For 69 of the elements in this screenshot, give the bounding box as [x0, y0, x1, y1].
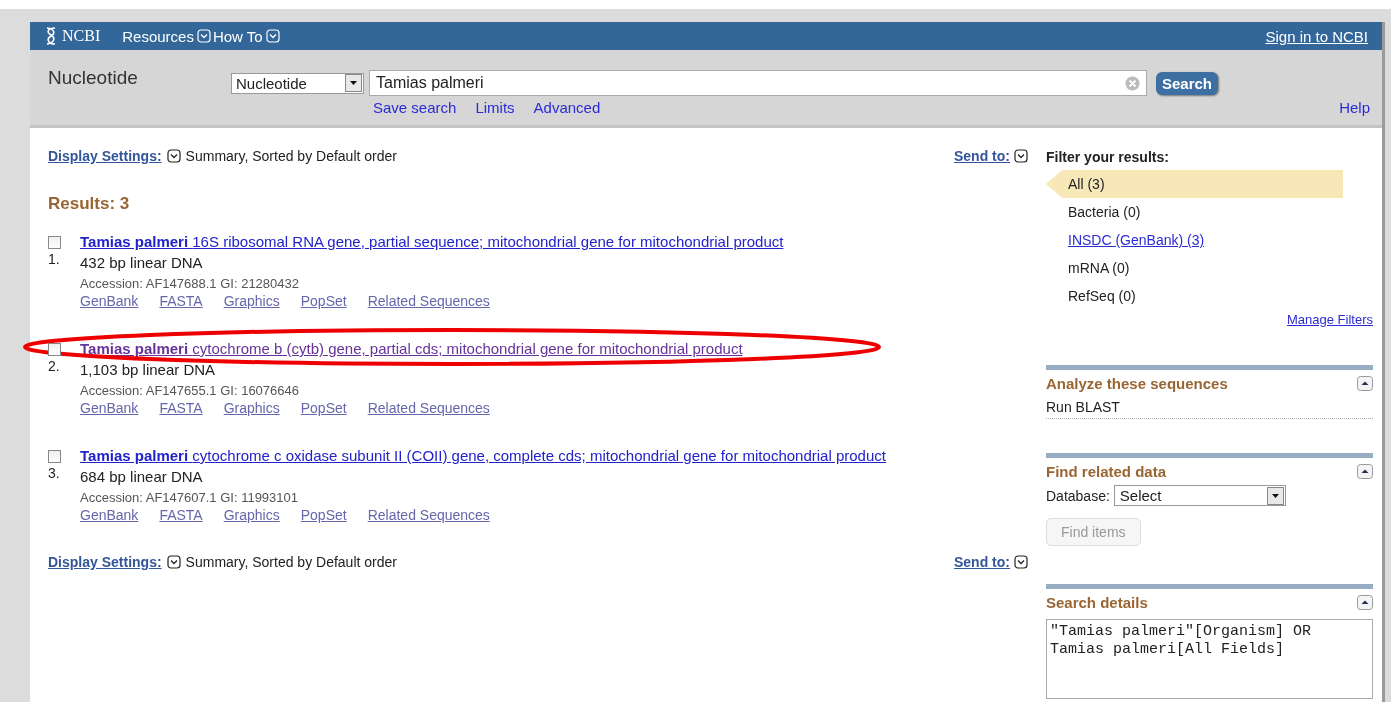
filter-item[interactable]: INSDC (GenBank) (3): [1046, 226, 1373, 254]
search-option-link[interactable]: Advanced: [533, 99, 601, 116]
database-title: Nucleotide: [48, 67, 138, 89]
run-blast-link[interactable]: Run BLAST: [1046, 399, 1120, 415]
filter-item[interactable]: Bacteria (0): [1046, 198, 1373, 226]
accession-text: Accession: AF147607.1 GI: 11993101: [80, 490, 300, 505]
dropdown-icon[interactable]: [1014, 555, 1028, 569]
result-title-link[interactable]: Tamias palmeri cytochrome c oxidase subunit II (COII) gene, complete cds; mitochondrial gene for mitochondrial product: [80, 447, 886, 464]
result-link[interactable]: FASTA: [159, 507, 203, 523]
results-heading: Results: 3: [48, 194, 131, 214]
result-checkbox[interactable]: [48, 343, 61, 356]
result-link[interactable]: Graphics: [223, 507, 280, 523]
display-settings-link[interactable]: Display Settings:: [48, 148, 162, 164]
display-settings-link[interactable]: Display Settings:: [48, 554, 162, 570]
accession-text: Accession: AF147688.1 GI: 21280432: [80, 276, 300, 291]
send-to-link[interactable]: Send to:: [954, 148, 1010, 164]
result-link[interactable]: PopSet: [300, 293, 347, 309]
result-link[interactable]: Graphics: [223, 400, 280, 416]
result-link[interactable]: Related Sequences: [367, 507, 490, 523]
result-link[interactable]: Related Sequences: [367, 400, 490, 416]
result-description: 432 bp linear DNA: [80, 254, 204, 271]
filter-item[interactable]: mRNA (0): [1046, 254, 1373, 282]
result-link[interactable]: PopSet: [300, 507, 347, 523]
result-checkbox[interactable]: [48, 236, 61, 249]
panel-heading: Search details: [1046, 594, 1148, 611]
accession-text: Accession: AF147655.1 GI: 16076646: [80, 383, 300, 398]
header-menu[interactable]: Resources: [122, 27, 194, 45]
display-summary: Summary, Sorted by Default order: [185, 148, 397, 164]
result-title-link[interactable]: Tamias palmeri cytochrome b (cytb) gene, partial cds; mitochondrial gene for mitochondrial product: [80, 340, 743, 357]
filter-item[interactable]: All (3): [1046, 170, 1343, 198]
result-link[interactable]: GenBank: [80, 293, 139, 309]
collapse-icon[interactable]: [1357, 376, 1373, 391]
database-select[interactable]: Nucleotide: [231, 72, 364, 94]
result-description: 1,103 bp linear DNA: [80, 361, 217, 378]
result-link[interactable]: FASTA: [159, 400, 203, 416]
result-link[interactable]: PopSet: [300, 400, 347, 416]
result-link[interactable]: GenBank: [80, 507, 139, 523]
result-number: 1.: [48, 251, 61, 267]
search-option-link[interactable]: Limits: [475, 99, 515, 116]
dropdown-icon[interactable]: [1014, 149, 1028, 163]
database-label: Database:: [1046, 487, 1110, 504]
ncbi-logo[interactable]: NCBI: [44, 26, 101, 46]
result-title-link[interactable]: Tamias palmeri 16S ribosomal RNA gene, partial sequence; mitochondrial gene for mitochondrial product: [80, 233, 784, 250]
result-link[interactable]: GenBank: [80, 400, 139, 416]
search-button[interactable]: Search: [1156, 71, 1219, 95]
sign-in-link[interactable]: Sign in to NCBI: [1265, 27, 1368, 45]
help-link[interactable]: Help: [1339, 99, 1370, 116]
manage-filters-link[interactable]: Manage Filters: [1287, 312, 1373, 327]
display-summary: Summary, Sorted by Default order: [185, 554, 397, 570]
header-menu[interactable]: How To: [212, 27, 263, 45]
search-option-link[interactable]: Save search: [373, 99, 457, 116]
filter-heading: Filter your results:: [1046, 149, 1170, 165]
dropdown-icon[interactable]: [166, 555, 181, 569]
result-link[interactable]: Related Sequences: [367, 293, 490, 309]
search-details-field[interactable]: "Tamias palmeri"[Organism] OR Tamias palmeri[All Fields]: [1046, 619, 1373, 699]
collapse-icon[interactable]: [1357, 464, 1373, 479]
result-number: 3.: [48, 465, 61, 481]
result-number: 2.: [48, 358, 61, 374]
collapse-icon[interactable]: [1357, 595, 1373, 610]
result-description: 684 bp linear DNA: [80, 468, 204, 485]
filter-item[interactable]: RefSeq (0): [1046, 282, 1373, 310]
result-link[interactable]: Graphics: [223, 293, 280, 309]
result-link[interactable]: FASTA: [159, 293, 203, 309]
panel-heading: Find related data: [1046, 463, 1167, 480]
panel-heading: Analyze these sequences: [1046, 375, 1228, 392]
search-field[interactable]: Tamias palmeri: [369, 70, 1147, 96]
send-to-link[interactable]: Send to:: [954, 554, 1010, 570]
dropdown-icon[interactable]: [166, 149, 181, 163]
result-checkbox[interactable]: [48, 450, 61, 463]
